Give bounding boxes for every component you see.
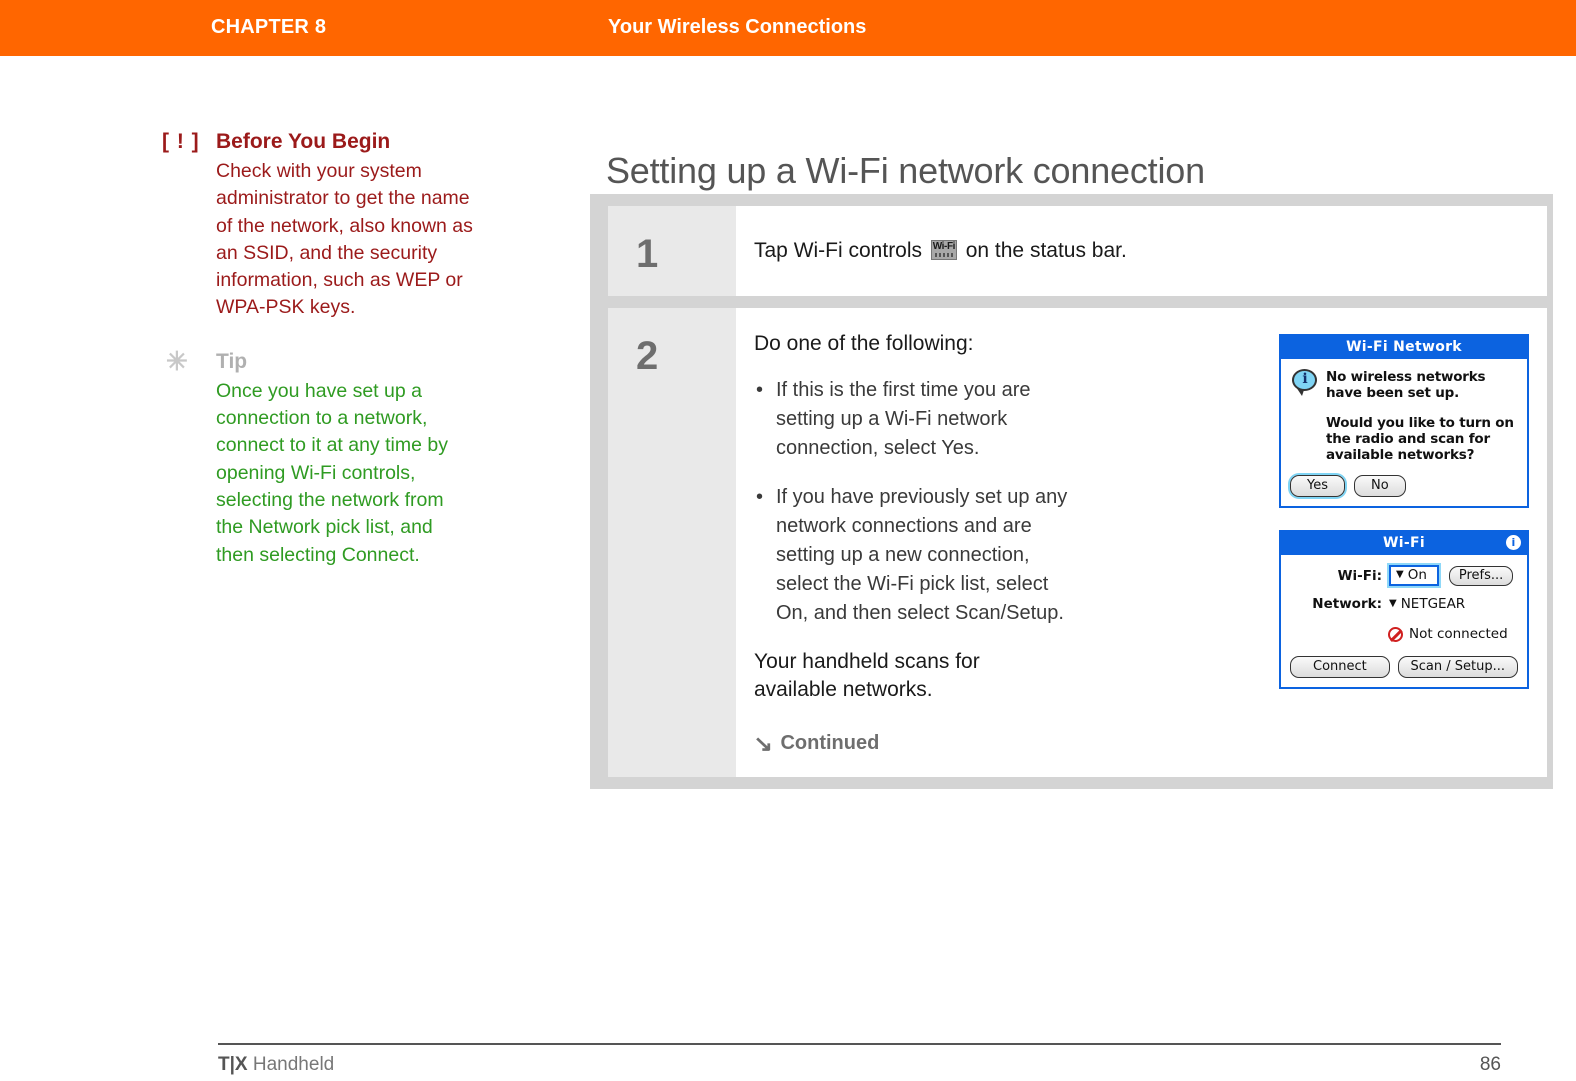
list-item: If you have previously set up any networ… [754,483,1076,628]
info-letter: i [1302,371,1308,387]
footer-brand-mark: T|X [218,1054,248,1075]
step-row: 1 Tap Wi-Fi controls Wi-Fi on the status… [608,206,1547,296]
connection-status: Not connected [1388,626,1518,642]
wifi-icon-label: Wi-Fi [932,241,956,252]
page-title: Setting up a Wi-Fi network connection [606,150,1205,192]
dialog-title: Wi-Fi [1383,535,1425,551]
wifi-field-label: Wi-Fi: [1337,567,1382,584]
chevron-down-icon: ▼ [1396,569,1404,580]
wifi-status-bar-icon: Wi-Fi [930,240,957,260]
wifi-state-value: On [1407,567,1427,583]
wifi-network-alert-dialog: Wi-Fi Network i No wireless networks hav… [1279,334,1529,508]
network-value: NETGEAR [1400,596,1466,612]
info-bubble-icon: i [1290,369,1320,399]
step-content: Do one of the following: If this is the … [736,308,1547,777]
note-header: [ ! ] Before You Begin [162,128,482,158]
chevron-down-icon: ▼ [1389,598,1397,609]
step-text-after-icon: on the status bar. [965,239,1127,262]
chapter-header-bar: CHAPTER 8 Your Wireless Connections [0,0,1576,56]
asterisk-icon: ✳ [166,345,189,376]
dialog-titlebar: Wi-Fi Network [1281,336,1527,359]
yes-button[interactable]: Yes [1290,475,1345,497]
alert-row: i No wireless networks have been set up.… [1290,369,1518,463]
footer-brand-text: Handheld [247,1054,335,1075]
step-text: Do one of the following: If this is the … [754,332,1259,755]
step-content: Tap Wi-Fi controls Wi-Fi on the status b… [736,206,1547,296]
info-icon[interactable]: i [1506,535,1521,550]
note-header: ✳ Tip [162,345,482,378]
not-connected-icon [1388,626,1403,642]
dialog-button-row: Connect Scan / Setup... [1290,656,1518,678]
dialog-button-row: Yes No [1290,475,1518,497]
note-before-you-begin: [ ! ] Before You Begin Check with your s… [162,128,482,322]
scan-setup-button[interactable]: Scan / Setup... [1397,656,1518,678]
dialog-titlebar: Wi-Fi i [1281,532,1527,555]
alert-text: No wireless networks have been set up. W… [1326,369,1518,463]
dialog-body: Wi-Fi: ▼ On Prefs... Network: ▼ NETGEAR … [1281,555,1527,687]
wifi-icon-bars [934,253,953,257]
dialog-body: i No wireless networks have been set up.… [1281,359,1527,506]
note-body: Once you have set up a connection to a n… [216,379,448,566]
alert-message-2: Would you like to turn on the radio and … [1326,415,1514,463]
chapter-title: Your Wireless Connections [608,16,867,38]
step-text: Tap Wi-Fi controls Wi-Fi on the status b… [754,236,1529,266]
step-bullet-list: If this is the first time you are settin… [754,376,1259,628]
note-title: Before You Begin [216,130,391,153]
dialog-screenshots: Wi-Fi Network i No wireless networks hav… [1279,334,1529,755]
network-field-row: Network: ▼ NETGEAR [1290,596,1518,612]
scan-note: Your handheld scans for available networ… [754,650,980,701]
steps-panel: 1 Tap Wi-Fi controls Wi-Fi on the status… [590,194,1553,789]
step-text-before-icon: Tap Wi-Fi controls [754,239,923,262]
chapter-label: CHAPTER 8 [211,16,327,38]
wifi-settings-dialog: Wi-Fi i Wi-Fi: ▼ On Prefs... Network: ▼ … [1279,530,1529,689]
step-row: 2 Do one of the following: If this is th… [608,308,1547,777]
note-tip: ✳ Tip Once you have set up a connection … [162,345,482,569]
note-body: Check with your system administrator to … [216,160,473,319]
list-item: If this is the first time you are settin… [754,376,1076,463]
network-field-label: Network: [1312,596,1382,612]
continued-indicator: ↘ Continued [754,732,1259,755]
footer-divider [218,1043,1501,1045]
continued-label: Continued [780,732,880,754]
footer-brand: T|X Handheld [218,1054,334,1076]
step-number: 2 [608,308,736,777]
wifi-field-row: Wi-Fi: ▼ On Prefs... [1290,565,1518,586]
warning-bracket-icon: [ ! ] [162,130,200,153]
step-number: 1 [608,206,736,296]
connect-button[interactable]: Connect [1290,656,1390,678]
arrow-down-right-icon: ↘ [753,730,773,756]
prefs-button[interactable]: Prefs... [1448,565,1514,586]
step-intro: Do one of the following: [754,332,974,355]
wifi-state-picklist[interactable]: ▼ On [1389,565,1439,586]
step-instruction: Tap Wi-Fi controls Wi-Fi on the status b… [754,236,1529,266]
page-number: 86 [1479,1054,1501,1075]
network-picklist[interactable]: ▼ NETGEAR [1389,596,1465,612]
no-button[interactable]: No [1354,475,1406,497]
note-title: Tip [216,349,248,373]
status-text: Not connected [1409,626,1508,642]
side-notes-column: [ ! ] Before You Begin Check with your s… [162,128,482,595]
alert-message-1: No wireless networks have been set up. [1326,369,1486,401]
dialog-title: Wi-Fi Network [1346,339,1462,355]
